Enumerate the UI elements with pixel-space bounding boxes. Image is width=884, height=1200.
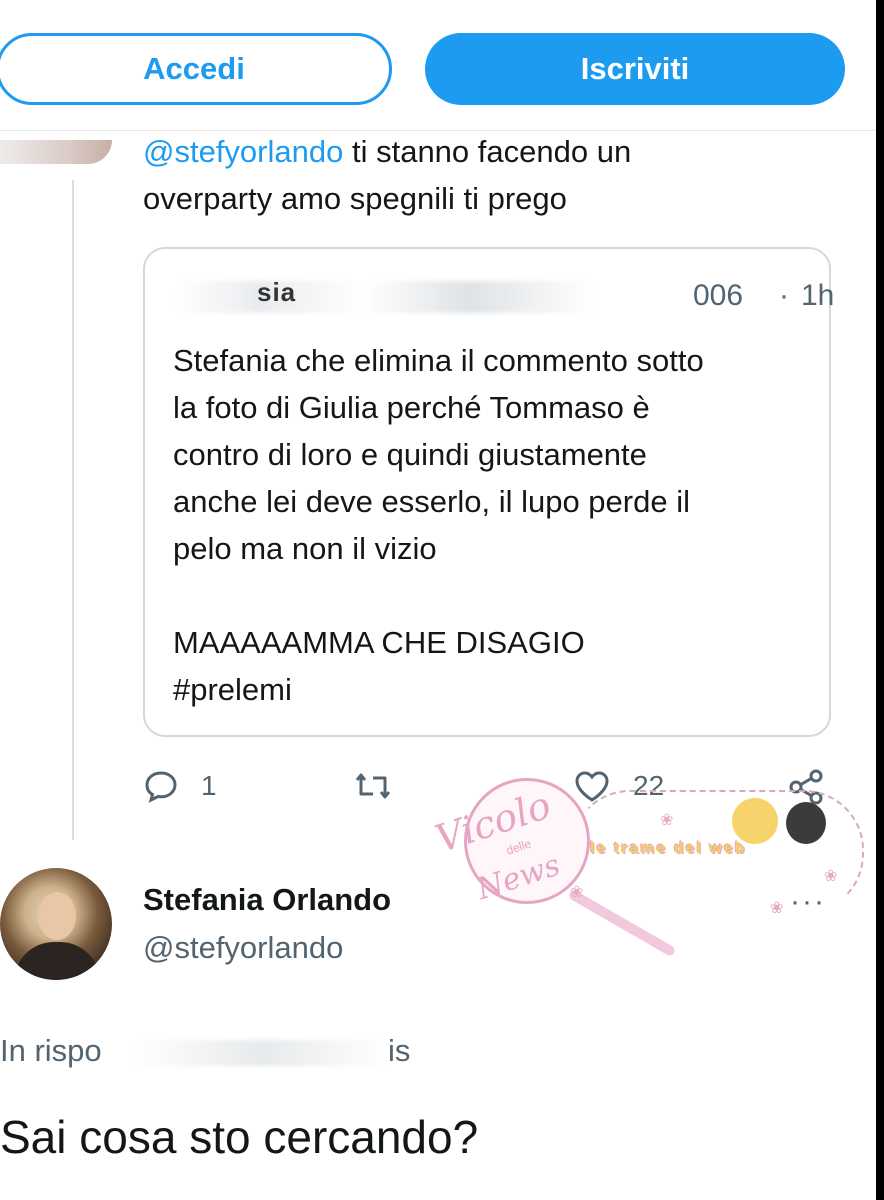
retweet-button[interactable] (353, 768, 393, 804)
redacted-user-info (175, 281, 595, 313)
avatar-face (38, 892, 76, 940)
main-tweet-text: Sai cosa sto cercando? (0, 1111, 479, 1163)
signup-button[interactable]: Iscriviti (425, 33, 845, 105)
avatar-body (14, 942, 100, 980)
thread-line (72, 180, 74, 840)
author-avatar[interactable] (0, 868, 112, 980)
paw-icon: ❀ (770, 900, 784, 917)
reply-text-line1: ti stanno facendo un (343, 134, 632, 169)
author-handle[interactable]: @stefyorlando (143, 930, 343, 966)
retweet-icon (353, 768, 393, 804)
quoted-author-name: sia (257, 277, 297, 307)
more-options-icon[interactable]: ··· (790, 885, 826, 919)
quoted-author-handle: 006 (693, 279, 744, 312)
redacted-reply-to (132, 1040, 392, 1066)
author-name[interactable]: Stefania Orlando (143, 882, 391, 918)
reply-icon (143, 768, 179, 804)
quoted-tweet-body: Stefania che elimina il commento sotto l… (173, 343, 704, 707)
magnifier-handle (567, 888, 677, 958)
watermark-tagline: le trame del web (590, 840, 747, 857)
reply-to-label: In rispo (0, 1033, 102, 1068)
tweet-screen: Accedi Iscriviti @stefyorlando ti stanno… (0, 0, 876, 1200)
watermark-logo-line3: News (472, 847, 565, 908)
top-bar: Accedi Iscriviti (0, 0, 876, 128)
paw-icon: ❀ (824, 868, 838, 885)
separator: · (779, 279, 789, 312)
paw-icon: ❀ (570, 884, 584, 901)
heart-icon (573, 768, 611, 804)
reply-tweet-text: @stefyorlando ti stanno facendo un overp… (143, 128, 843, 222)
reply-count: 1 (201, 770, 217, 801)
reply-text-line2: overparty amo spegnili ti prego (143, 181, 567, 216)
quoted-tweet-card[interactable]: sia 006 · 1h Stefania che elimina il com… (143, 247, 834, 737)
watermark-logo-line2: delle (504, 836, 533, 858)
reply-author-avatar[interactable] (0, 140, 112, 164)
login-button[interactable]: Accedi (0, 33, 392, 105)
quoted-tweet-time: 1h (801, 279, 835, 312)
like-button[interactable]: 22 (573, 768, 664, 804)
share-icon (787, 768, 825, 806)
like-count: 22 (633, 770, 665, 801)
reply-button[interactable]: 1 (143, 768, 217, 804)
share-button[interactable] (787, 768, 825, 806)
mention-link[interactable]: @stefyorlando (143, 134, 343, 169)
reply-to-handle-fragment[interactable]: is (388, 1033, 410, 1069)
tweet-actions: 1 22 (143, 768, 843, 818)
quoted-tweet-header: sia 006 · 1h (145, 271, 834, 321)
